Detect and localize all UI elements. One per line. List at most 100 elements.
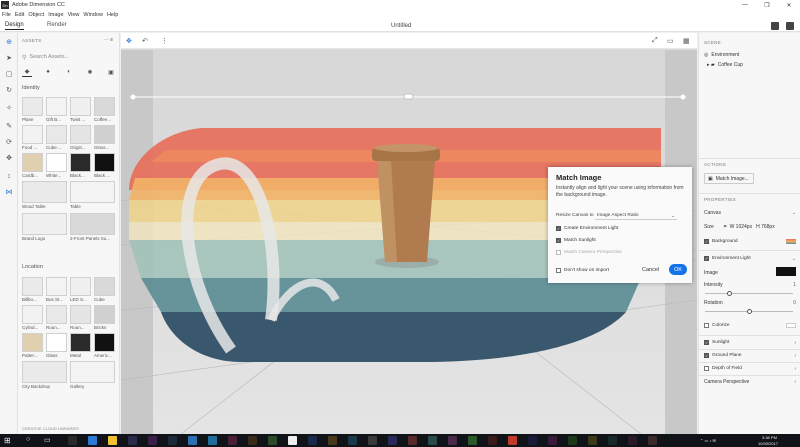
chevron-down-icon[interactable]: ⌄	[792, 210, 796, 216]
app-icon[interactable]	[248, 436, 257, 445]
app-icon[interactable]	[368, 436, 377, 445]
share-icon[interactable]	[786, 22, 794, 30]
scene-item-environment[interactable]: ◎ Environment	[704, 52, 739, 58]
dof-checkbox[interactable]: Depth of Field	[704, 366, 742, 371]
camera-perspective-label[interactable]: Camera Perspective	[704, 379, 749, 385]
slider-knob[interactable]	[727, 291, 732, 296]
materials-icon[interactable]: ●	[43, 67, 53, 77]
asset-thumbnail[interactable]: Origin...	[70, 125, 91, 151]
app-icon[interactable]	[588, 436, 597, 445]
app-icon[interactable]	[148, 436, 157, 445]
colorize-swatch[interactable]	[786, 323, 796, 328]
pan-icon[interactable]: ✥	[4, 153, 14, 163]
acrobat-icon[interactable]	[508, 436, 517, 445]
asset-thumbnail[interactable]: Cardb...	[22, 153, 43, 179]
app-icon[interactable]	[628, 436, 637, 445]
dont-show-checkbox[interactable]: Don't show on import	[556, 268, 609, 273]
models-icon[interactable]: ◆	[22, 67, 32, 77]
asset-thumbnail[interactable]: Brand Logo	[22, 213, 67, 243]
menu-edit[interactable]: Edit	[13, 12, 26, 18]
asset-thumbnail[interactable]: Gallery	[70, 361, 115, 391]
app-icon[interactable]	[568, 436, 577, 445]
lights-icon[interactable]: ◐	[64, 67, 74, 77]
asset-thumbnail[interactable]: Cube ...	[46, 125, 67, 151]
search-icon[interactable]: ○	[26, 436, 30, 443]
camera-icon[interactable]: ▭	[667, 37, 674, 45]
app-icon[interactable]	[288, 436, 297, 445]
menu-image[interactable]: Image	[46, 12, 65, 18]
asset-thumbnail[interactable]: Bus St...	[46, 277, 67, 303]
tab-render[interactable]: Render	[47, 22, 67, 28]
dimension-app-icon[interactable]	[68, 436, 77, 445]
cloud-icon[interactable]	[771, 22, 779, 30]
ground-plane-checkbox[interactable]: ✓ Ground Plane	[704, 353, 742, 358]
menu-object[interactable]: Object	[26, 12, 46, 18]
move-tool-icon[interactable]: ✥	[126, 37, 132, 45]
asset-thumbnail[interactable]: Gloss...	[94, 125, 115, 151]
cancel-button[interactable]: Cancel	[642, 267, 659, 273]
asset-thumbnail[interactable]: Billbo...	[22, 277, 43, 303]
menu-help[interactable]: Help	[105, 12, 120, 18]
ok-button[interactable]: OK	[669, 264, 687, 275]
asset-thumbnail[interactable]: Plane	[22, 97, 43, 123]
background-swatch[interactable]	[786, 239, 796, 244]
bookmark-icon[interactable]: ▦	[683, 37, 690, 45]
app-icon[interactable]	[188, 436, 197, 445]
app-icon[interactable]	[448, 436, 457, 445]
asset-thumbnail[interactable]: Black...	[70, 153, 91, 179]
app-icon[interactable]	[208, 436, 217, 445]
menu-file[interactable]: File	[0, 12, 13, 18]
background-checkbox[interactable]: ✓ Background	[704, 239, 738, 244]
identity-section-title[interactable]: Identity	[22, 85, 40, 91]
magic-wand-icon[interactable]: ✧	[4, 103, 14, 113]
app-icon[interactable]	[168, 436, 177, 445]
app-icon[interactable]	[468, 436, 477, 445]
asset-thumbnail[interactable]: Cube	[94, 277, 115, 303]
asset-thumbnail[interactable]: City Backdrop	[22, 361, 67, 391]
colorize-checkbox[interactable]: Colorize	[704, 323, 730, 328]
asset-thumbnail[interactable]: Americ...	[94, 333, 115, 359]
resize-canvas-dropdown[interactable]: Image Aspect Ratio ⌄	[595, 211, 677, 220]
asset-thumbnail[interactable]: Glass	[46, 333, 67, 359]
create-env-light-checkbox[interactable]: ✓ Create Environment Light	[556, 226, 618, 231]
app-icon[interactable]	[608, 436, 617, 445]
chevron-right-icon[interactable]: ›	[794, 340, 796, 346]
explorer-icon[interactable]	[108, 436, 117, 445]
app-icon[interactable]	[128, 436, 137, 445]
match-image-button[interactable]: ▣ Match Image...	[704, 173, 754, 184]
asset-thumbnail[interactable]: Patter...	[22, 333, 43, 359]
location-section-title[interactable]: Location	[22, 264, 43, 270]
asset-thumbnail[interactable]: Gift B...	[46, 97, 67, 123]
scene-item-coffee-cup[interactable]: ▸ ▰ Coffee Cup	[707, 62, 743, 68]
app-icon[interactable]	[348, 436, 357, 445]
clock-time[interactable]: 3:38 PM	[762, 435, 777, 440]
images-icon[interactable]: ▣	[106, 67, 116, 77]
asset-thumbnail[interactable]: Metal	[70, 333, 91, 359]
asset-thumbnail[interactable]: Wood Table	[22, 181, 67, 211]
handle-right[interactable]	[680, 94, 686, 100]
chevron-down-icon[interactable]: ⌄	[792, 256, 796, 262]
asset-thumbnail[interactable]: LED S...	[70, 277, 91, 303]
chevron-right-icon[interactable]: ›	[794, 366, 796, 372]
undo-icon[interactable]: ↶	[142, 37, 148, 45]
tray-icons[interactable]: ⌃ ▭ ♪ ✉	[700, 438, 716, 443]
cc-libraries-footer[interactable]: CREATIVE CLOUD LIBRARIES	[22, 426, 79, 431]
minimize-icon[interactable]: —	[734, 0, 756, 10]
env-image-thumbnail[interactable]	[776, 267, 796, 276]
add-icon[interactable]: ⊕	[4, 37, 14, 47]
rotation-value[interactable]: 0	[793, 300, 796, 306]
app-icon[interactable]	[408, 436, 417, 445]
rotation-slider[interactable]	[705, 309, 793, 314]
eyedropper-icon[interactable]: ✎	[4, 121, 14, 131]
task-view-icon[interactable]: ▭	[44, 436, 51, 444]
menu-view[interactable]: View	[66, 12, 82, 18]
asset-thumbnail[interactable]: Roun...	[46, 305, 67, 331]
app-icon[interactable]	[528, 436, 537, 445]
asset-search[interactable]: ⚲ Search Assets...	[22, 52, 116, 62]
asset-thumbnail[interactable]: Food ...	[22, 125, 43, 151]
chevron-right-icon[interactable]: ›	[794, 353, 796, 359]
asset-thumbnail[interactable]: Table	[70, 181, 115, 211]
asset-thumbnail[interactable]: 2-Front Panels Su...	[70, 213, 115, 243]
maximize-icon[interactable]: ❐	[756, 0, 778, 10]
slider-knob[interactable]	[747, 309, 752, 314]
